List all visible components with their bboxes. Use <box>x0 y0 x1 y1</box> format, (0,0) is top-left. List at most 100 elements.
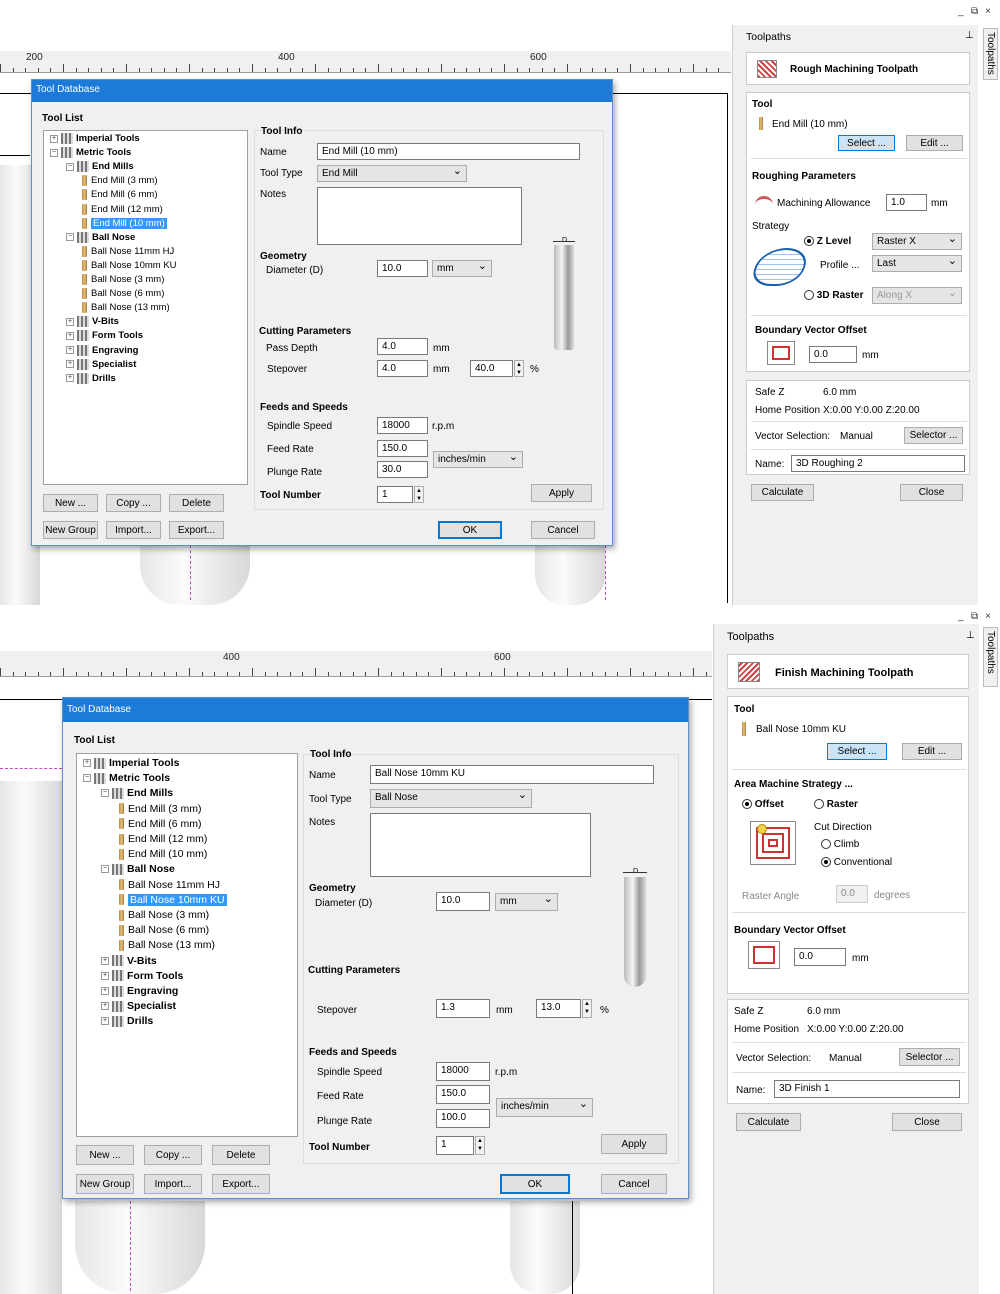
notes-textarea[interactable] <box>317 187 522 245</box>
tree-tool-item[interactable]: End Mill (6 mm) <box>119 818 202 830</box>
new-group-button[interactable]: New Group <box>43 521 98 539</box>
close-button[interactable]: Close <box>892 1113 962 1131</box>
toolpath-name-input[interactable]: 3D Finish 1 <box>774 1080 960 1098</box>
new-button[interactable]: New ... <box>43 494 98 512</box>
apply-button[interactable]: Apply <box>531 484 592 502</box>
profile-select[interactable]: Last <box>872 254 962 272</box>
tree-tool-item[interactable]: Ball Nose 11mm HJ <box>119 879 220 891</box>
close-icon[interactable]: × <box>985 611 991 622</box>
tool-name-input[interactable]: End Mill (10 mm) <box>317 143 580 160</box>
stepover-input[interactable]: 4.0 <box>377 360 428 377</box>
select-tool-button[interactable]: Select ... <box>838 135 895 151</box>
pin-icon[interactable]: ⊥ <box>966 630 975 641</box>
bvo-input[interactable]: 0.0 <box>809 346 857 363</box>
copy-button[interactable]: Copy ... <box>144 1145 202 1165</box>
tree-group-item[interactable]: + V-Bits <box>66 316 119 328</box>
tree-group-item[interactable]: − Metric Tools <box>50 147 131 159</box>
tree-group-item[interactable]: − End Mills <box>66 161 134 173</box>
delete-button[interactable]: Delete <box>212 1145 270 1165</box>
close-button[interactable]: Close <box>900 484 963 501</box>
stepover-input[interactable]: 1.3 <box>436 999 490 1018</box>
delete-button[interactable]: Delete <box>169 494 224 512</box>
expand-icon[interactable]: + <box>66 317 74 326</box>
tool-tree[interactable]: + Imperial Tools − Metric Tools − End Mills En… <box>76 753 298 1137</box>
tree-group-item[interactable]: + Imperial Tools <box>83 757 179 769</box>
selector-button[interactable]: Selector ... <box>904 427 963 444</box>
expand-icon[interactable]: + <box>101 1017 109 1026</box>
collapse-icon[interactable]: − <box>83 774 91 783</box>
export-button[interactable]: Export... <box>169 521 224 539</box>
raster3d-select[interactable]: Along X <box>872 286 962 304</box>
zlevel-select[interactable]: Raster X <box>872 232 962 250</box>
restore-icon[interactable]: ⧉ <box>971 6 978 17</box>
tool-number-input[interactable]: 1 <box>377 486 413 503</box>
collapse-icon[interactable]: − <box>101 865 109 874</box>
tree-tool-item[interactable]: Ball Nose 11mm HJ <box>82 245 174 257</box>
collapse-icon[interactable]: − <box>66 233 74 242</box>
spindle-speed-input[interactable]: 18000 <box>436 1062 490 1081</box>
tool-type-select[interactable]: End Mill <box>317 164 467 182</box>
diameter-input[interactable]: 10.0 <box>377 260 428 277</box>
zlevel-radio[interactable] <box>804 236 814 247</box>
diameter-unit-select[interactable]: mm <box>495 892 558 911</box>
selector-button[interactable]: Selector ... <box>899 1048 960 1066</box>
copy-button[interactable]: Copy ... <box>106 494 161 512</box>
expand-icon[interactable]: + <box>83 759 91 767</box>
tree-tool-item[interactable]: End Mill (12 mm) <box>119 833 207 845</box>
tree-tool-item[interactable]: End Mill (10 mm) <box>82 217 167 229</box>
select-tool-button[interactable]: Select ... <box>827 743 887 760</box>
raster-radio[interactable] <box>814 799 824 810</box>
export-button[interactable]: Export... <box>212 1174 270 1194</box>
toolpaths-vertical-tab[interactable]: Toolpaths <box>983 627 998 687</box>
tree-group-item[interactable]: − Ball Nose <box>66 231 135 243</box>
tree-group-item[interactable]: − End Mills <box>101 787 173 799</box>
tree-group-item[interactable]: + Form Tools <box>66 330 143 342</box>
expand-icon[interactable]: + <box>66 374 74 383</box>
allowance-input[interactable]: 1.0 <box>886 194 927 211</box>
tree-tool-item[interactable]: Ball Nose (6 mm) <box>119 924 209 936</box>
tool-type-select[interactable]: Ball Nose <box>370 788 532 808</box>
bvo-input[interactable]: 0.0 <box>794 948 846 966</box>
conventional-radio[interactable] <box>821 857 831 868</box>
pin-icon[interactable]: ⊥ <box>965 30 974 41</box>
tree-tool-item[interactable]: Ball Nose (3 mm) <box>119 909 209 921</box>
close-icon[interactable]: × <box>985 6 991 17</box>
tree-group-item[interactable]: − Ball Nose <box>101 863 175 875</box>
expand-icon[interactable]: + <box>66 331 74 340</box>
collapse-icon[interactable]: − <box>66 162 74 171</box>
tree-group-item[interactable]: + Drills <box>101 1015 153 1027</box>
toolpaths-vertical-tab[interactable]: Toolpaths <box>983 28 998 80</box>
cancel-button[interactable]: Cancel <box>531 521 595 539</box>
tree-group-item[interactable]: + Engraving <box>101 985 178 997</box>
expand-icon[interactable]: + <box>101 987 109 995</box>
ok-button[interactable]: OK <box>500 1174 570 1194</box>
plunge-rate-input[interactable]: 30.0 <box>377 461 428 478</box>
stepover-percent-input[interactable]: 13.0 <box>536 999 581 1018</box>
raster3d-option[interactable]: 3D Raster <box>804 290 863 301</box>
calculate-button[interactable]: Calculate <box>751 484 814 501</box>
feed-rate-input[interactable]: 150.0 <box>436 1085 490 1104</box>
raster-option[interactable]: Raster <box>814 799 858 810</box>
stepover-spinner[interactable]: ▲ ▼ <box>582 999 592 1018</box>
plunge-rate-input[interactable]: 100.0 <box>436 1109 490 1128</box>
diameter-input[interactable]: 10.0 <box>436 892 490 911</box>
edit-tool-button[interactable]: Edit ... <box>906 135 963 151</box>
expand-icon[interactable]: + <box>101 956 109 965</box>
climb-option[interactable]: Climb <box>821 839 859 850</box>
tool-name-input[interactable]: Ball Nose 10mm KU <box>370 765 654 784</box>
tree-tool-item[interactable]: End Mill (3 mm) <box>82 175 158 187</box>
cancel-button[interactable]: Cancel <box>601 1174 667 1194</box>
climb-radio[interactable] <box>821 839 831 850</box>
raster-angle-input[interactable]: 0.0 <box>836 885 868 903</box>
stepover-spinner[interactable]: ▲ ▼ <box>514 360 524 377</box>
spindle-speed-input[interactable]: 18000 <box>377 417 428 434</box>
apply-button[interactable]: Apply <box>601 1134 667 1154</box>
new-group-button[interactable]: New Group <box>76 1174 134 1194</box>
rate-unit-select[interactable]: inches/min <box>496 1097 593 1117</box>
import-button[interactable]: Import... <box>106 521 161 539</box>
tool-number-spinner[interactable]: ▲ ▼ <box>475 1136 485 1155</box>
feed-rate-input[interactable]: 150.0 <box>377 440 428 457</box>
tool-number-input[interactable]: 1 <box>436 1136 474 1155</box>
zlevel-option[interactable]: Z Level <box>804 236 851 247</box>
offset-option[interactable]: Offset <box>742 799 784 810</box>
